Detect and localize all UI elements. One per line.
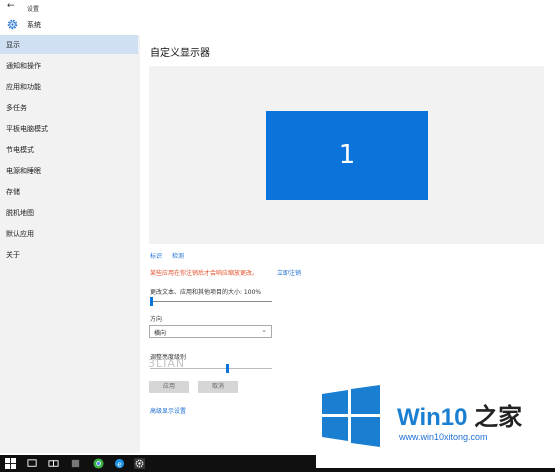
app-name: 系统 (27, 21, 41, 29)
sidebar-item-about[interactable]: 关于 (0, 245, 138, 264)
monitor-tile[interactable]: 1 (266, 111, 428, 200)
advanced-display-settings-link[interactable]: 高级显示设置 (150, 406, 186, 415)
sidebar-item-label: 多任务 (6, 104, 27, 112)
brand-url: www.win10xitong.com (399, 432, 488, 442)
gear-icon (7, 19, 18, 30)
orientation-label: 方向 (150, 316, 163, 323)
watermark-text: 3LIAN (148, 357, 186, 370)
sign-out-now-link[interactable]: 立即注销 (277, 268, 301, 277)
brand-name: Win10 之家 (397, 397, 522, 432)
task-view-icon[interactable] (48, 458, 59, 469)
cancel-button[interactable]: 取消 (198, 381, 238, 393)
brand-name-win10: Win10 (397, 404, 468, 431)
sidebar-item-label: 电源和睡眠 (6, 167, 41, 175)
sidebar-item-battery-saver[interactable]: 节电模式 (0, 140, 138, 159)
sidebar-item-label: 默认应用 (6, 230, 34, 238)
sidebar-item-display[interactable]: 显示 (0, 35, 138, 54)
orientation-dropdown[interactable]: 横向 ⌄ (149, 325, 272, 338)
sidebar-item-offline-maps[interactable]: 脱机地图 (0, 203, 138, 222)
window-title: 设置 (27, 6, 40, 13)
sidebar-item-notifications[interactable]: 通知和操作 (0, 56, 138, 75)
ie-icon[interactable]: e (114, 458, 125, 469)
scale-label: 更改文本、应用和其他项目的大小: 100% (150, 289, 262, 296)
windows-start-icon[interactable] (5, 458, 16, 469)
apply-button[interactable]: 应用 (149, 381, 189, 393)
back-arrow-icon[interactable]: ← (7, 1, 15, 11)
detect-link[interactable]: 检测 (172, 251, 184, 260)
page-title: 自定义显示器 (150, 48, 210, 59)
title-bar: ← 设置 (0, 0, 555, 16)
chrome-icon[interactable] (93, 458, 104, 469)
sidebar-item-label: 脱机地图 (6, 209, 34, 217)
windows-logo (322, 385, 380, 447)
scaling-warning-text: 某些应用在你注销后才会响应缩放更改。 (150, 270, 259, 277)
sidebar-item-tablet-mode[interactable]: 平板电脑模式 (0, 119, 138, 138)
sidebar-item-default-apps[interactable]: 默认应用 (0, 224, 138, 243)
sidebar-item-label: 应用和功能 (6, 83, 41, 91)
svg-text:e: e (117, 459, 122, 468)
brightness-slider-thumb[interactable] (226, 364, 229, 373)
sidebar: 显示 通知和操作 应用和功能 多任务 平板电脑模式 节电模式 电源和睡眠 存储 … (0, 35, 140, 453)
orientation-value: 横向 (154, 330, 167, 337)
sidebar-item-label: 存储 (6, 188, 20, 196)
sidebar-item-label: 关于 (6, 251, 20, 259)
sidebar-item-label: 节电模式 (6, 146, 34, 154)
brand-name-zhijia: 之家 (467, 404, 523, 431)
identify-link[interactable]: 标识 (150, 251, 162, 260)
sidebar-item-multitasking[interactable]: 多任务 (0, 98, 138, 117)
sidebar-item-label: 平板电脑模式 (6, 125, 48, 133)
sidebar-item-label: 通知和操作 (6, 62, 41, 70)
scale-slider-thumb[interactable] (150, 297, 153, 306)
chevron-down-icon: ⌄ (261, 326, 267, 334)
sidebar-item-power-sleep[interactable]: 电源和睡眠 (0, 161, 138, 180)
sidebar-item-apps[interactable]: 应用和功能 (0, 77, 138, 96)
settings-icon[interactable] (134, 458, 145, 469)
sidebar-item-storage[interactable]: 存储 (0, 182, 138, 201)
sidebar-item-label: 显示 (6, 41, 20, 49)
store-icon[interactable] (70, 458, 81, 469)
monitor-number: 1 (338, 140, 356, 170)
search-icon[interactable] (27, 458, 38, 469)
scale-slider-track[interactable] (150, 301, 272, 302)
